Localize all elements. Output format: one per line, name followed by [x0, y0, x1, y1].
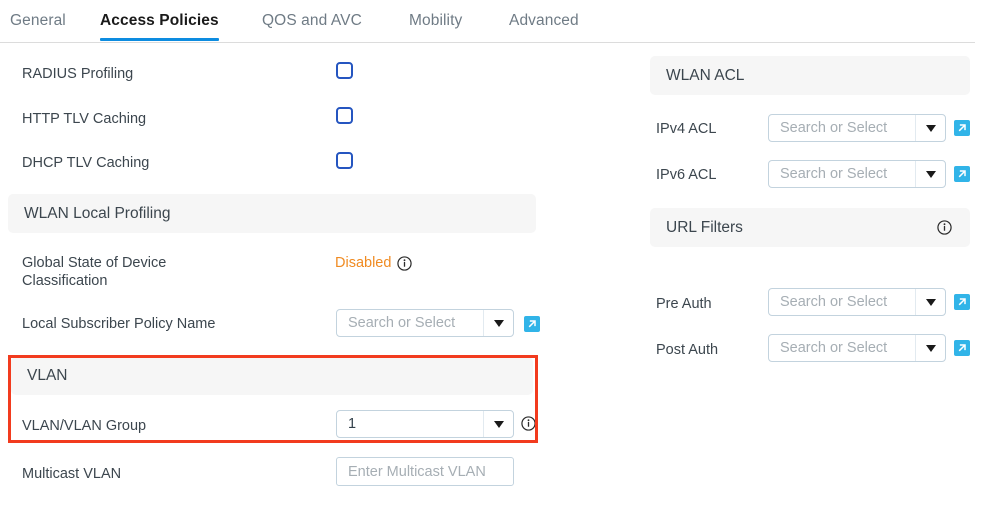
tab-advanced[interactable]: Advanced	[509, 0, 579, 41]
chevron-down-icon[interactable]	[915, 289, 945, 315]
vlan-group-select[interactable]: 1	[336, 410, 514, 438]
tab-mobility-label: Mobility	[409, 11, 463, 29]
wlan-local-profiling-title: WLAN Local Profiling	[24, 204, 171, 222]
global-state-device-classification-label: Global State of Device Classification	[22, 255, 167, 289]
ipv6-acl-value: Search or Select	[780, 166, 888, 182]
chevron-down-icon[interactable]	[915, 115, 945, 141]
tab-general[interactable]: General	[10, 0, 66, 41]
url-filters-info-circle-icon[interactable]	[937, 220, 952, 235]
chevron-down-icon[interactable]	[915, 335, 945, 361]
http-tlv-caching-label: HTTP TLV Caching	[22, 111, 147, 127]
tab-access-policies[interactable]: Access Policies	[100, 0, 219, 41]
radius-profiling-label: RADIUS Profiling	[22, 66, 134, 82]
vlan-group-info-circle-icon[interactable]	[521, 416, 536, 431]
wlan-acl-section-header: WLAN ACL	[650, 56, 970, 95]
pre-auth-select[interactable]: Search or Select	[768, 288, 946, 316]
local-subscriber-policy-external-link-icon[interactable]	[524, 316, 540, 332]
chevron-down-icon[interactable]	[483, 310, 513, 336]
post-auth-select[interactable]: Search or Select	[768, 334, 946, 362]
multicast-vlan-input[interactable]: Enter Multicast VLAN	[336, 457, 514, 486]
wlan-local-profiling-section-header: WLAN Local Profiling	[8, 194, 536, 233]
dhcp-tlv-caching-checkbox[interactable]	[336, 152, 353, 169]
multicast-vlan-label: Multicast VLAN	[22, 466, 122, 482]
chevron-down-icon[interactable]	[915, 161, 945, 187]
vlan-group-label: VLAN/VLAN Group	[22, 418, 147, 434]
ipv4-acl-value: Search or Select	[780, 120, 888, 136]
ipv6-acl-label: IPv6 ACL	[656, 167, 717, 183]
ipv4-acl-external-link-icon[interactable]	[954, 120, 970, 136]
tab-qos-and-avc-label: QOS and AVC	[262, 11, 362, 29]
ipv6-acl-external-link-icon[interactable]	[954, 166, 970, 182]
http-tlv-caching-checkbox[interactable]	[336, 107, 353, 124]
local-subscriber-policy-name-value: Search or Select	[348, 315, 456, 331]
access-policies-left-column: RADIUS Profiling HTTP TLV Caching DHCP T…	[0, 42, 560, 513]
tab-qos-and-avc[interactable]: QOS and AVC	[262, 0, 362, 41]
post-auth-label: Post Auth	[656, 342, 719, 358]
pre-auth-label: Pre Auth	[656, 296, 712, 312]
url-filters-section-header: URL Filters	[650, 208, 970, 247]
pre-auth-value: Search or Select	[780, 294, 888, 310]
chevron-down-icon[interactable]	[483, 411, 513, 437]
dhcp-tlv-caching-label: DHCP TLV Caching	[22, 155, 150, 171]
post-auth-value: Search or Select	[780, 340, 888, 356]
radius-profiling-checkbox[interactable]	[336, 62, 353, 79]
global-state-status-text: Disabled	[335, 255, 392, 271]
local-subscriber-policy-name-select[interactable]: Search or Select	[336, 309, 514, 337]
ipv4-acl-label: IPv4 ACL	[656, 121, 717, 137]
vlan-section-header: VLAN	[11, 357, 533, 395]
tab-advanced-label: Advanced	[509, 11, 579, 29]
url-filters-section-title: URL Filters	[666, 218, 743, 236]
tab-mobility[interactable]: Mobility	[409, 0, 462, 41]
ipv6-acl-select[interactable]: Search or Select	[768, 160, 946, 188]
tab-access-policies-label: Access Policies	[100, 11, 219, 29]
vlan-group-value: 1	[348, 416, 357, 432]
multicast-vlan-placeholder: Enter Multicast VLAN	[348, 463, 486, 480]
vlan-section-title: VLAN	[27, 367, 68, 384]
ipv4-acl-select[interactable]: Search or Select	[768, 114, 946, 142]
tab-general-label: General	[10, 11, 66, 29]
global-state-status-badge: Disabled	[335, 255, 413, 271]
tab-bar: General Access Policies QOS and AVC Mobi…	[0, 0, 975, 43]
info-circle-icon[interactable]	[397, 255, 413, 271]
access-policies-right-column: WLAN ACL IPv4 ACL Search or Select IPv6 …	[640, 42, 999, 513]
pre-auth-external-link-icon[interactable]	[954, 294, 970, 310]
post-auth-external-link-icon[interactable]	[954, 340, 970, 356]
active-tab-underline	[100, 38, 219, 41]
wlan-acl-section-title: WLAN ACL	[666, 66, 745, 84]
local-subscriber-policy-name-label: Local Subscriber Policy Name	[22, 316, 216, 332]
